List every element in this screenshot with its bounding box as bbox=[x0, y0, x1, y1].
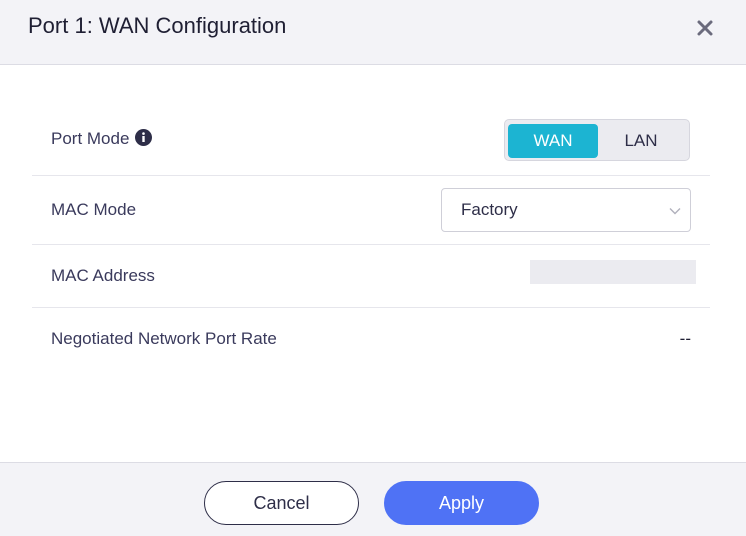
info-icon[interactable] bbox=[135, 129, 153, 146]
dialog-header: Port 1: WAN Configuration bbox=[0, 0, 746, 65]
dialog-footer: Cancel Apply bbox=[0, 462, 746, 536]
wan-config-dialog: Port 1: WAN Configuration Port Mode WAN … bbox=[0, 0, 746, 536]
mac-address-label: MAC Address bbox=[51, 266, 155, 285]
mac-mode-select[interactable]: Factory bbox=[441, 188, 691, 232]
mac-mode-row: MAC Mode Factory bbox=[32, 176, 710, 245]
port-rate-value: -- bbox=[679, 329, 691, 348]
mac-address-row: MAC Address bbox=[32, 245, 710, 308]
close-icon[interactable] bbox=[692, 15, 718, 41]
port-mode-row: Port Mode WAN LAN bbox=[32, 104, 710, 176]
port-rate-label: Negotiated Network Port Rate bbox=[51, 329, 277, 348]
port-rate-row: Negotiated Network Port Rate -- bbox=[32, 308, 710, 370]
cancel-button[interactable]: Cancel bbox=[204, 481, 359, 525]
port-mode-label: Port Mode bbox=[51, 129, 130, 148]
dialog-title: Port 1: WAN Configuration bbox=[28, 13, 287, 38]
port-mode-label-wrap: Port Mode bbox=[51, 129, 153, 149]
port-mode-toggle: WAN LAN bbox=[504, 119, 690, 161]
mac-mode-label: MAC Mode bbox=[51, 200, 137, 219]
apply-button[interactable]: Apply bbox=[384, 481, 539, 525]
port-mode-option-lan[interactable]: LAN bbox=[596, 124, 686, 158]
port-mode-option-wan[interactable]: WAN bbox=[508, 124, 598, 158]
mac-address-value bbox=[530, 260, 696, 284]
chevron-down-icon bbox=[668, 204, 682, 218]
mac-mode-selected-value: Factory bbox=[461, 200, 518, 219]
